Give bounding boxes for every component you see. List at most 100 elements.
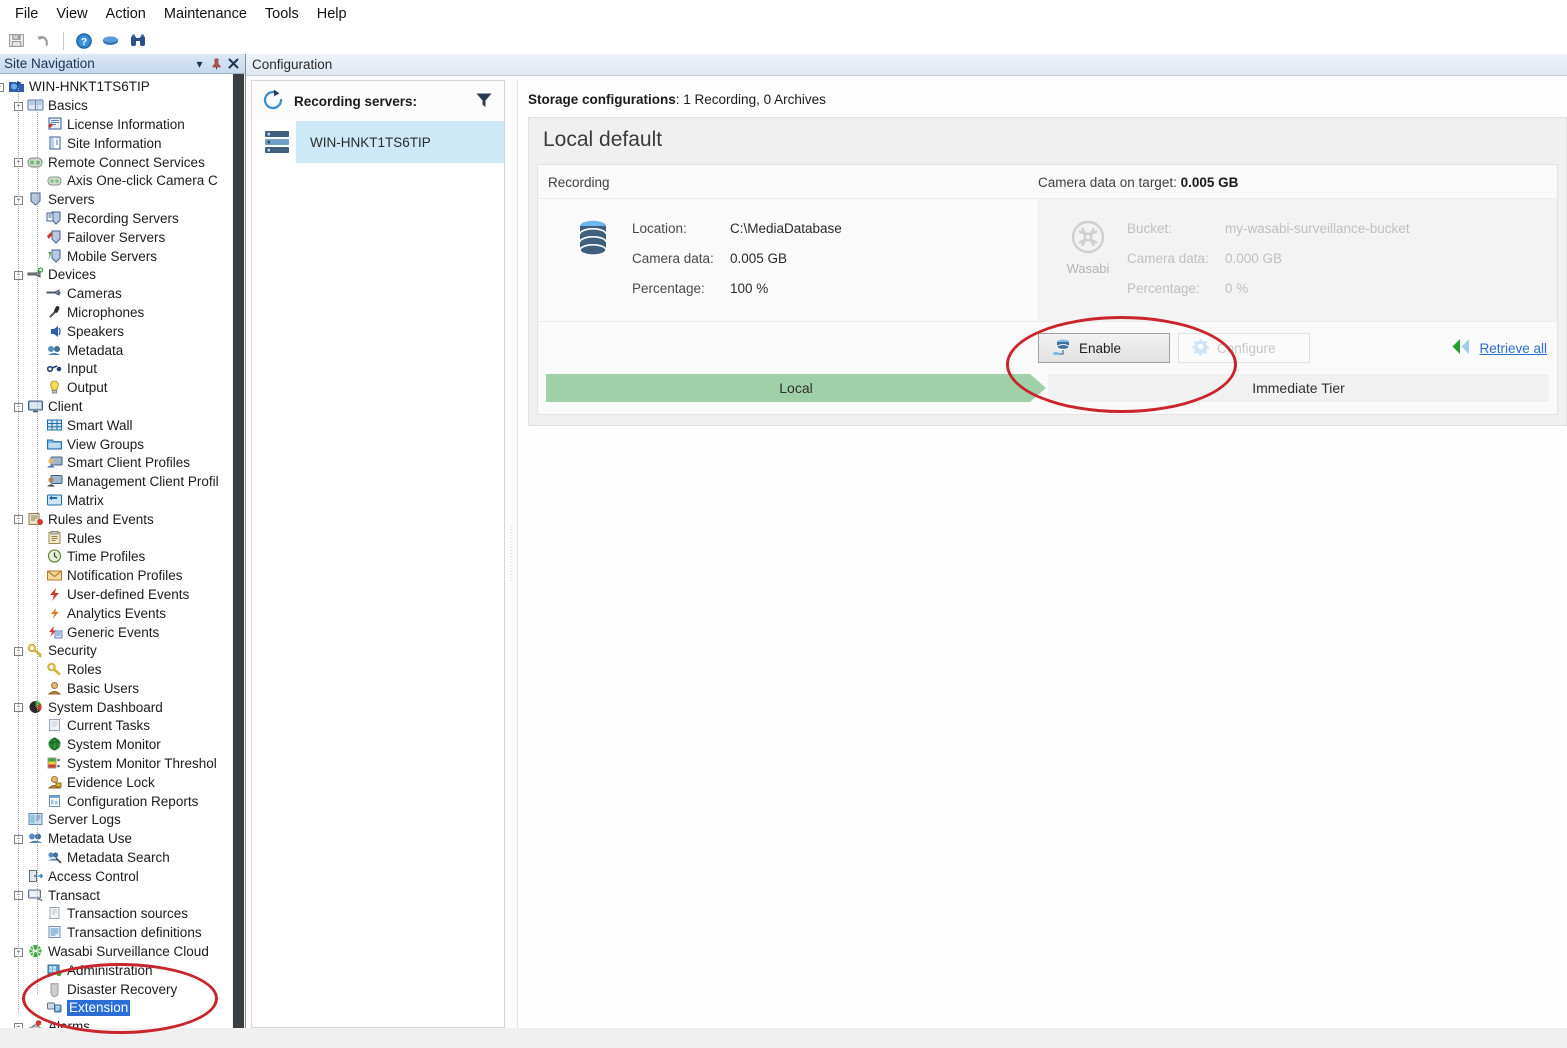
site-navigation-title: Site Navigation [4, 55, 95, 71]
tree-item-time-profiles[interactable]: Time Profiles [0, 548, 232, 567]
tree-item-evidence-lock[interactable]: Evidence Lock [0, 773, 232, 792]
tree-item-client[interactable]: -Client [0, 398, 232, 417]
tree-scrollbar[interactable] [232, 74, 245, 1028]
tree-item-system-monitor-threshol[interactable]: System Monitor Threshol [0, 755, 232, 774]
administration-icon [46, 963, 63, 979]
user-defined-events-icon [46, 587, 63, 603]
tree-item-transact[interactable]: -Transact [0, 886, 232, 905]
tree-item-input[interactable]: Input [0, 360, 232, 379]
wasabi-logo-icon: Wasabi [1049, 213, 1127, 303]
recording-servers-list[interactable]: WIN-HNKT1TS6TIP [252, 121, 504, 1027]
tree-item-server-logs[interactable]: Server Logs [0, 811, 232, 830]
tree-item-label: View Groups [67, 436, 145, 452]
kv-key: Camera data: [1127, 250, 1209, 266]
tree-item-label: Devices [48, 267, 97, 283]
cloud-storage-values: Bucket: my-wasabi-surveillance-bucket Came… [1127, 213, 1410, 303]
refresh-icon[interactable] [260, 87, 286, 116]
tree-item-basic-users[interactable]: Basic Users [0, 680, 232, 699]
tree-item-mobile-servers[interactable]: Mobile Servers [0, 247, 232, 266]
panel-splitter[interactable] [507, 80, 515, 1028]
kv-value: my-wasabi-surveillance-bucket [1225, 220, 1410, 236]
tree-item-devices[interactable]: -Devices [0, 266, 232, 285]
pin-icon[interactable] [208, 55, 225, 72]
tree-item-metadata-search[interactable]: Metadata Search [0, 849, 232, 868]
tree-item-axis-one-click-camera-c[interactable]: Axis One-click Camera C [0, 172, 232, 191]
tree-item-rules[interactable]: Rules [0, 529, 232, 548]
tree-item-license-information[interactable]: License Information [0, 116, 232, 135]
tree-item-metadata-use[interactable]: -Metadata Use [0, 830, 232, 849]
tree-item-label: Current Tasks [67, 718, 151, 734]
tree-item-cameras[interactable]: Cameras [0, 285, 232, 304]
tree-item-failover-servers[interactable]: Failover Servers [0, 228, 232, 247]
tree-item-smart-client-profiles[interactable]: Smart Client Profiles [0, 454, 232, 473]
tree-item-system-monitor[interactable]: System Monitor [0, 736, 232, 755]
menu-item-file[interactable]: File [6, 2, 47, 26]
tree-item-notification-profiles[interactable]: Notification Profiles [0, 567, 232, 586]
tree-item-management-client-profil[interactable]: Management Client Profil [0, 473, 232, 492]
tree-item-analytics-events[interactable]: Analytics Events [0, 604, 232, 623]
recording-server-item[interactable]: WIN-HNKT1TS6TIP [252, 121, 504, 163]
rules-icon [46, 530, 63, 547]
menu-item-view[interactable]: View [47, 2, 96, 26]
tree-item-label: Servers [48, 192, 95, 208]
retrieve-all-link[interactable]: Retrieve all [1479, 341, 1547, 356]
tree-item-site-information[interactable]: i Site Information [0, 134, 232, 153]
tree-item-label: Transaction definitions [67, 925, 202, 941]
menu-item-action[interactable]: Action [97, 2, 155, 26]
menu-item-maintenance[interactable]: Maintenance [155, 2, 256, 26]
tree-item-basics[interactable]: -Basics [0, 97, 232, 116]
tree-item-label: Management Client Profil [67, 474, 219, 490]
tree-item-current-tasks[interactable]: Current Tasks [0, 717, 232, 736]
chevron-down-icon[interactable]: ▾ [191, 55, 208, 72]
tree-item-transaction-definitions[interactable]: Transaction definitions [0, 924, 232, 943]
configuration-tab[interactable]: Configuration [246, 54, 1567, 76]
tree-item-extension[interactable]: Extension [0, 999, 232, 1018]
retrieve-all-action[interactable]: Retrieve all [1449, 338, 1547, 358]
splitter-grip [510, 526, 512, 582]
tree-item-administration[interactable]: Administration [0, 961, 232, 980]
tree-item-disaster-recovery[interactable]: Disaster Recovery [0, 980, 232, 999]
tree-item-label: Matrix [67, 492, 104, 508]
save-icon[interactable] [4, 29, 29, 52]
menu-item-help[interactable]: Help [308, 2, 356, 26]
tree-item-output[interactable]: Output [0, 379, 232, 398]
tree-item-access-control[interactable]: Access Control [0, 867, 232, 886]
menu-item-tools[interactable]: Tools [256, 2, 308, 26]
tree-scrollbar-thumb[interactable] [233, 74, 244, 1028]
close-icon[interactable] [225, 55, 242, 72]
tree-item-microphones[interactable]: Microphones [0, 304, 232, 323]
tree-item-speakers[interactable]: Speakers [0, 322, 232, 341]
tree-item-security[interactable]: -Security [0, 642, 232, 661]
tree-item-system-dashboard[interactable]: -System Dashboard [0, 698, 232, 717]
tree-item-view-groups[interactable]: View Groups [0, 435, 232, 454]
configure-button[interactable]: Configure [1178, 333, 1310, 363]
metadata-icon [46, 343, 63, 359]
tree-item-label: Rules and Events [48, 511, 154, 527]
status-bar [0, 1028, 1567, 1048]
binoculars-icon[interactable] [125, 29, 150, 52]
tree-item-generic-events[interactable]: Generic Events [0, 623, 232, 642]
filter-icon[interactable] [474, 90, 494, 113]
undo-icon[interactable] [31, 29, 56, 52]
tree-item-matrix[interactable]: Matrix [0, 492, 232, 511]
generic-events-icon [46, 625, 63, 641]
tree-item-rules-and-events[interactable]: -Rules and Events [0, 510, 232, 529]
tree-item-remote-connect-services[interactable]: -Remote Connect Services [0, 153, 232, 172]
tree-item-alarms[interactable]: - Alarms [0, 1018, 232, 1028]
tree-expander-icon[interactable]: - [0, 83, 4, 92]
tree-item-smart-wall[interactable]: Smart Wall [0, 416, 232, 435]
tree-item-metadata[interactable]: Metadata [0, 341, 232, 360]
tree-item-user-defined-events[interactable]: User-defined Events [0, 586, 232, 605]
tree-item-configuration-reports[interactable]: Configuration Reports [0, 792, 232, 811]
tree-item-wasabi-surveillance-cloud[interactable]: -Wasabi Surveillance Cloud [0, 943, 232, 962]
enable-button[interactable]: Enable [1038, 333, 1170, 363]
tree-item-roles[interactable]: Roles [0, 661, 232, 680]
tree-item-servers[interactable]: -Servers [0, 191, 232, 210]
tier-immediate-label: Immediate Tier [1252, 380, 1345, 396]
site-navigation-tree[interactable]: - WIN-HNKT1TS6TIP -BasicsLicense Informati… [0, 74, 232, 1028]
tree-item-transaction-sources[interactable]: Transaction sources [0, 905, 232, 924]
book-icon[interactable] [98, 29, 123, 52]
tree-item-win-hnkt1ts6tip[interactable]: - WIN-HNKT1TS6TIP [0, 78, 232, 97]
help-icon[interactable]: ? [71, 29, 96, 52]
tree-item-recording-servers[interactable]: Recording Servers [0, 210, 232, 229]
